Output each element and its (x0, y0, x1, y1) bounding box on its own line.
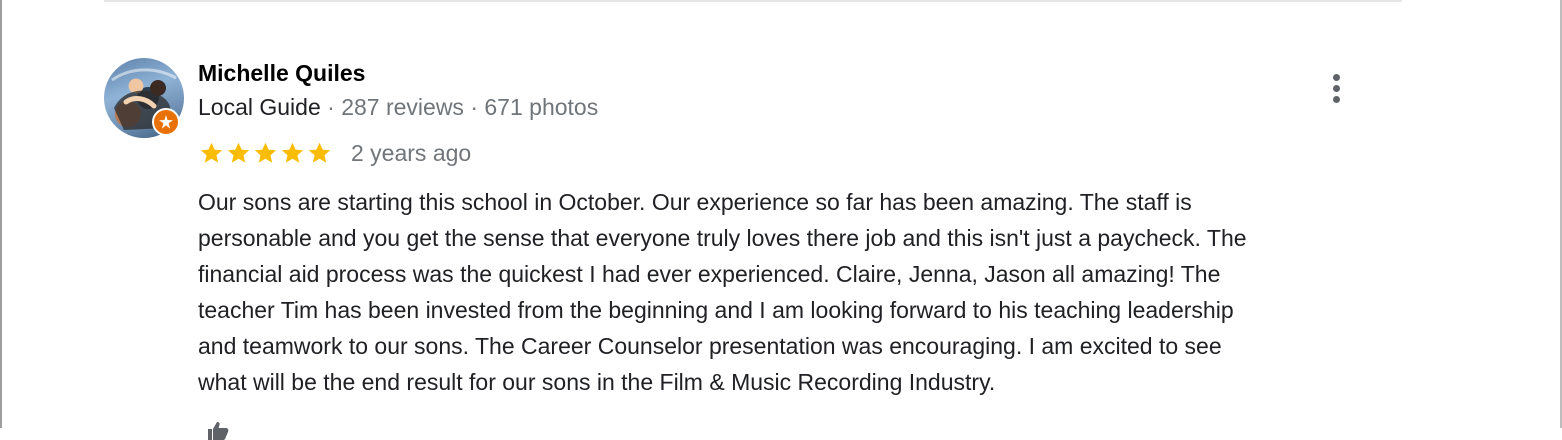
meta-separator: · (463, 94, 485, 120)
star-icon (281, 142, 304, 163)
star-icon (227, 142, 250, 163)
reviews-count: 287 reviews (341, 94, 464, 120)
review-text: Our sons are starting this school in Oct… (198, 189, 1247, 395)
review-time: 2 years ago (351, 139, 472, 166)
photos-count: 671 photos (484, 94, 599, 120)
star-rating (198, 140, 333, 166)
local-guide-label[interactable]: Local Guide (198, 94, 321, 120)
reviewer-name[interactable]: Michelle Quiles (198, 60, 365, 87)
reviewer-meta: Local Guide · 287 reviews · 671 photos (198, 94, 598, 121)
thumbs-up-icon[interactable] (206, 420, 230, 440)
star-icon (308, 142, 331, 163)
more-options-button[interactable] (1322, 68, 1350, 108)
window-left-border (0, 0, 2, 428)
review-card: Michelle Quiles Local Guide · 287 review… (104, 56, 1402, 440)
more-vertical-icon (1332, 73, 1340, 81)
local-guide-star-icon (152, 108, 180, 136)
meta-separator: · (320, 94, 342, 120)
star-icon (200, 142, 223, 163)
review-divider (104, 0, 1402, 2)
star-icon (254, 142, 277, 163)
rating-row: 2 years ago (198, 138, 471, 168)
